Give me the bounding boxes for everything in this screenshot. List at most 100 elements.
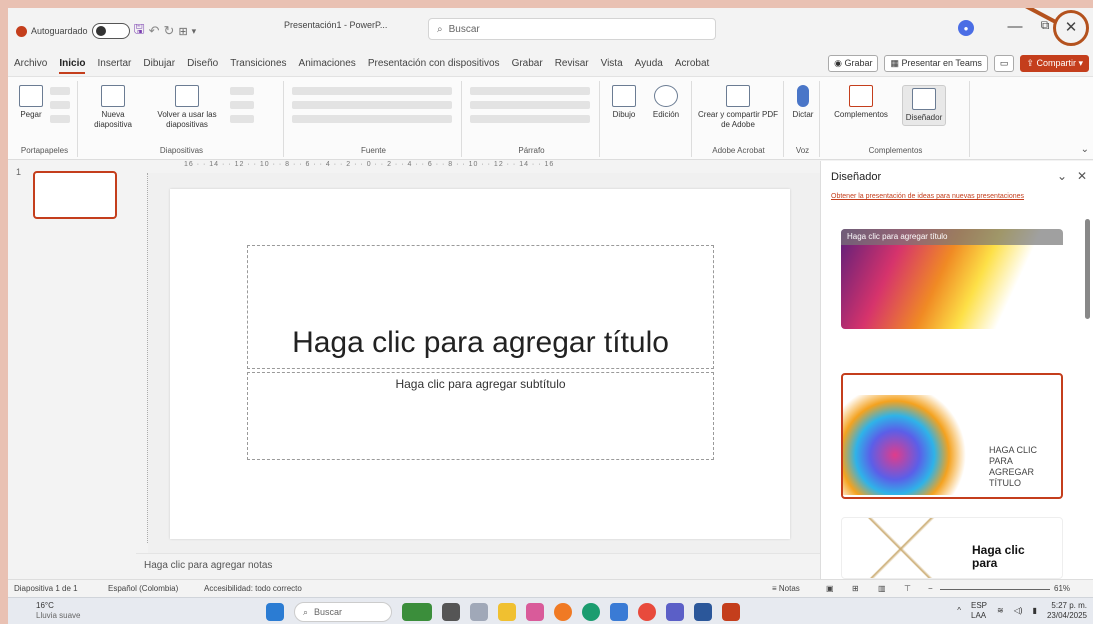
- tab-vista[interactable]: Vista: [595, 58, 629, 69]
- designer-pane: Diseñador ⌄ ✕ Obtener la presentación de…: [820, 161, 1093, 579]
- edge-icon[interactable]: [582, 603, 600, 621]
- ribbon: Pegar Portapapeles Nueva diapositiva Vol…: [8, 76, 1093, 160]
- tab-grabar[interactable]: Grabar: [506, 58, 549, 69]
- addins-button[interactable]: Complementos: [826, 85, 896, 120]
- design-option-3[interactable]: Haga clic para: [841, 517, 1063, 579]
- tab-inicio[interactable]: Inicio: [53, 58, 91, 74]
- collapse-ribbon-icon[interactable]: ⌄: [1081, 144, 1089, 155]
- subtitle-placeholder[interactable]: Haga clic para agregar subtítulo: [247, 372, 714, 460]
- powerpoint-icon[interactable]: [722, 603, 740, 621]
- present-from-start-icon[interactable]: ⊞: [178, 25, 187, 38]
- dictate-button[interactable]: Dictar: [788, 85, 818, 120]
- tab-insertar[interactable]: Insertar: [91, 58, 137, 69]
- group-parrafo: Párrafo: [464, 81, 600, 157]
- reading-view-icon[interactable]: ▥: [878, 584, 886, 593]
- design-option-1[interactable]: Haga clic para agregar título: [841, 229, 1063, 329]
- store-icon[interactable]: [610, 603, 628, 621]
- slide-small-tools[interactable]: [230, 87, 254, 129]
- ribbon-tabs: Archivo Inicio Insertar Dibujar Diseño T…: [8, 52, 1093, 74]
- autosave-toggle[interactable]: [91, 23, 130, 39]
- vertical-ruler: [136, 173, 148, 543]
- language-status[interactable]: Español (Colombia): [108, 584, 178, 593]
- designer-scrollbar[interactable]: [1085, 219, 1090, 319]
- tab-diseno[interactable]: Diseño: [181, 58, 224, 69]
- new-slide-button[interactable]: Nueva diapositiva: [90, 85, 136, 130]
- widgets-icon[interactable]: [402, 603, 432, 621]
- reuse-slides-icon: [175, 85, 199, 107]
- tab-ayuda[interactable]: Ayuda: [629, 58, 669, 69]
- tab-animaciones[interactable]: Animaciones: [293, 58, 362, 69]
- document-title: Presentación1 - PowerP...: [284, 20, 388, 30]
- designer-icon: [912, 88, 936, 110]
- paragraph-controls[interactable]: [470, 87, 590, 129]
- app-icon[interactable]: [526, 603, 544, 621]
- notes-pane[interactable]: Haga clic para agregar notas: [136, 553, 820, 577]
- search-placeholder: Buscar: [448, 23, 480, 35]
- clock[interactable]: 5:27 p. m. 23/04/2025: [1047, 601, 1087, 621]
- reuse-slides-button[interactable]: Volver a usar las diapositivas: [152, 85, 222, 130]
- shapes-icon: [612, 85, 636, 107]
- avatar[interactable]: ●: [958, 20, 974, 36]
- search-icon: ⌕: [437, 23, 443, 35]
- start-icon[interactable]: [266, 603, 284, 621]
- battery-icon[interactable]: ▮: [1033, 606, 1037, 616]
- minimize-button[interactable]: —: [1004, 18, 1026, 35]
- annotation-circle: [1053, 10, 1089, 46]
- record-button[interactable]: ◉ Grabar: [828, 54, 879, 72]
- comments-button[interactable]: ▭: [993, 54, 1015, 72]
- designer-button[interactable]: Diseñador: [902, 85, 946, 126]
- language-indicator[interactable]: ESP LAA: [971, 601, 987, 621]
- undo-icon[interactable]: ↶: [149, 23, 160, 39]
- tab-presentacion[interactable]: Presentación con dispositivos: [362, 58, 506, 69]
- group-label: Diapositivas: [159, 146, 204, 155]
- search-box[interactable]: ⌕ Buscar: [428, 18, 716, 40]
- designer-ideas-link[interactable]: Obtener la presentación de ideas para nu…: [831, 193, 1024, 200]
- design-option-2[interactable]: HAGA CLIC PARA AGREGAR TÍTULO: [841, 373, 1063, 499]
- present-teams-button[interactable]: ▦ Presentar en Teams: [884, 54, 988, 72]
- file-explorer-icon[interactable]: [498, 603, 516, 621]
- title-placeholder[interactable]: Haga clic para agregar título: [247, 245, 714, 369]
- tab-acrobat[interactable]: Acrobat: [669, 58, 715, 69]
- drawing-button[interactable]: Dibujo: [606, 85, 642, 120]
- task-view-icon[interactable]: [442, 603, 460, 621]
- tab-archivo[interactable]: Archivo: [8, 58, 53, 69]
- wifi-icon[interactable]: ≋: [997, 606, 1004, 616]
- word-icon[interactable]: [694, 603, 712, 621]
- app-icon[interactable]: [470, 603, 488, 621]
- normal-view-icon[interactable]: ▣: [826, 584, 834, 593]
- zoom-out-icon[interactable]: −: [928, 584, 933, 593]
- share-button[interactable]: ⇪ Compartir ▾: [1020, 54, 1089, 72]
- close-icon[interactable]: ✕: [1077, 169, 1087, 183]
- tab-dibujar[interactable]: Dibujar: [137, 58, 181, 69]
- chevron-up-icon[interactable]: ^: [957, 606, 961, 616]
- customize-toolbar-icon[interactable]: ▾: [192, 26, 197, 37]
- weather-widget[interactable]: 16°C Lluvia suave: [22, 601, 80, 621]
- tab-revisar[interactable]: Revisar: [549, 58, 595, 69]
- taskbar-apps: ⌕ Buscar: [266, 602, 740, 622]
- slideshow-view-icon[interactable]: ⊤: [904, 584, 911, 593]
- tab-transiciones[interactable]: Transiciones: [224, 58, 292, 69]
- clipboard-small-tools[interactable]: [50, 87, 70, 129]
- teams-icon[interactable]: [666, 603, 684, 621]
- group-complementos: Complementos Diseñador Complementos: [822, 81, 970, 157]
- save-icon[interactable]: 🖫: [134, 20, 145, 42]
- status-bar: Diapositiva 1 de 1 Español (Colombia) Ac…: [8, 579, 1093, 597]
- notes-button[interactable]: ≡ Notas: [772, 584, 800, 593]
- create-pdf-button[interactable]: Crear y compartir PDF de Adobe: [698, 85, 778, 130]
- chevron-down-icon[interactable]: ⌄: [1057, 169, 1067, 183]
- editing-button[interactable]: Edición: [648, 85, 684, 120]
- slide-thumbnail[interactable]: [33, 171, 117, 219]
- sorter-view-icon[interactable]: ⊞: [852, 584, 859, 593]
- taskbar-search[interactable]: ⌕ Buscar: [294, 602, 392, 622]
- zoom-slider[interactable]: [940, 589, 1050, 590]
- accessibility-status[interactable]: Accesibilidad: todo correcto: [204, 584, 302, 593]
- font-controls[interactable]: [292, 87, 452, 129]
- zoom-level[interactable]: 61%: [1054, 584, 1070, 593]
- chrome-icon[interactable]: [638, 603, 656, 621]
- slide[interactable]: Haga clic para agregar título Haga clic …: [170, 189, 790, 539]
- design-text: HAGA CLIC PARA AGREGAR TÍTULO: [989, 445, 1038, 488]
- browser-icon[interactable]: [554, 603, 572, 621]
- paste-button[interactable]: Pegar: [16, 85, 46, 120]
- redo-icon[interactable]: ↻: [164, 23, 175, 39]
- volume-icon[interactable]: ◁): [1014, 606, 1023, 616]
